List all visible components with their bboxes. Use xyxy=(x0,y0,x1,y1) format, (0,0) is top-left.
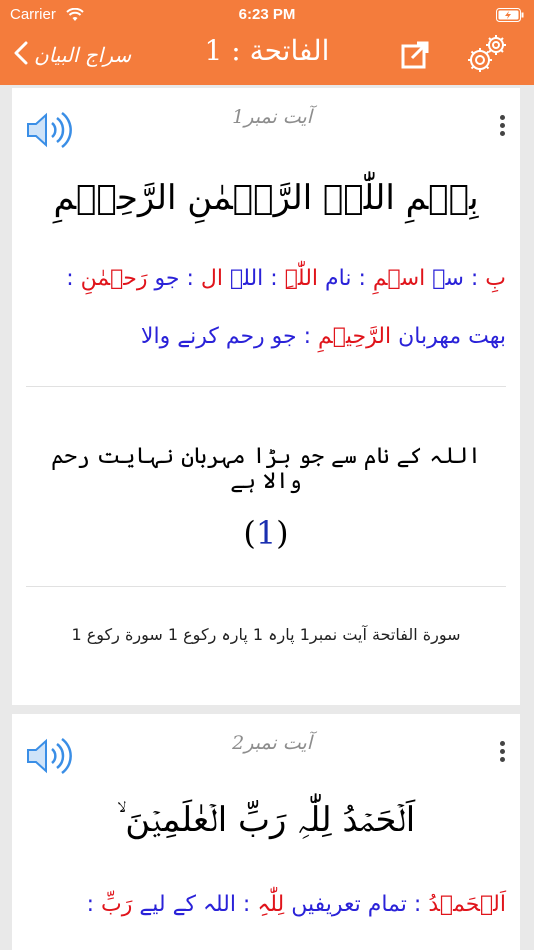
page-title: الفاتحة : 1 xyxy=(204,34,330,67)
word-meaning: : جو رحم کرنے والا xyxy=(140,324,319,349)
arabic-verse: بِسۡمِ اللّٰہِ الرَّحۡمٰنِ الرَّحِیۡمِ xyxy=(53,178,479,218)
verse-number: (1) xyxy=(243,514,289,552)
arabic-word: الرَّحِیۡمِ xyxy=(318,324,392,349)
arabic-word: اسۡمِ xyxy=(372,266,426,291)
word-by-word-line-2: بھت مھربان الرَّحِیۡمِ : جو رحم کرنے وال… xyxy=(26,314,506,360)
arabic-word: ال xyxy=(200,266,223,291)
arabic-word: رَبِّ xyxy=(101,892,133,917)
speaker-icon[interactable] xyxy=(24,736,72,780)
ayah-number-label: آیت نمبر2 xyxy=(232,732,312,754)
divider xyxy=(26,586,506,587)
word-meaning: : اللہ xyxy=(223,266,285,291)
more-vertical-icon[interactable] xyxy=(498,112,506,139)
arabic-word: لِلّٰہِ xyxy=(257,892,285,917)
arabic-word: اللّٰہِ xyxy=(284,266,319,291)
word-meaning: : اللہ کے لیے xyxy=(132,892,258,917)
arabic-word: رَحۡمٰنِ xyxy=(80,266,148,291)
divider xyxy=(26,386,506,387)
arabic-verse: اَلۡحَمۡدُ لِلّٰہِ رَبِّ الۡعٰلَمِیۡنَ ۙ xyxy=(116,800,416,840)
word-meaning: : xyxy=(86,892,102,917)
ayah-number-label: آیت نمبر1 xyxy=(232,106,312,128)
share-icon[interactable] xyxy=(400,40,430,74)
word-by-word-line-1: بِ : سے اسۡمِ : نام اللّٰہِ : اللہ ال : … xyxy=(26,256,506,302)
gear-icon[interactable] xyxy=(463,32,511,80)
word-meaning: : سے xyxy=(425,266,486,291)
navigation-bar: سراج البیان الفاتحة : 1 xyxy=(0,30,534,80)
verse-reference: سورة الفاتحة آیت نمبر1 پارہ 1 پارہ رکوع … xyxy=(71,625,461,644)
word-meaning: : xyxy=(66,266,81,291)
word-meaning: : تمام تعریفیں xyxy=(284,892,429,917)
word-meaning: بھت مھربان xyxy=(391,324,506,349)
word-meaning: : نام xyxy=(318,266,373,291)
urdu-translation: اللہ کے نام سے جو بڑا مہربان نہایت رحم و… xyxy=(51,444,481,494)
ayah-card: آیت نمبر2 اَلۡحَمۡدُ لِلّٰہِ رَبِّ الۡعٰ… xyxy=(12,714,520,950)
app-header: Carrier 6:23 PM سراج البیان الفاتحة : 1 xyxy=(0,0,534,85)
battery-icon xyxy=(496,8,524,26)
word-meaning: : جو xyxy=(147,266,201,291)
verse-number-value: 1 xyxy=(255,514,277,552)
more-vertical-icon[interactable] xyxy=(498,738,506,765)
status-time: 6:23 PM xyxy=(238,6,296,23)
speaker-icon[interactable] xyxy=(24,110,72,154)
arabic-word: اَلۡحَمۡدُ xyxy=(428,892,506,917)
word-by-word-line-1: اَلۡحَمۡدُ : تمام تعریفیں لِلّٰہِ : اللہ… xyxy=(26,882,506,928)
ayah-card: آیت نمبر1 بِسۡمِ اللّٰہِ الرَّحۡمٰنِ الر… xyxy=(12,88,520,705)
arabic-word: بِ xyxy=(485,266,506,291)
status-bar: Carrier 6:23 PM xyxy=(0,6,534,26)
